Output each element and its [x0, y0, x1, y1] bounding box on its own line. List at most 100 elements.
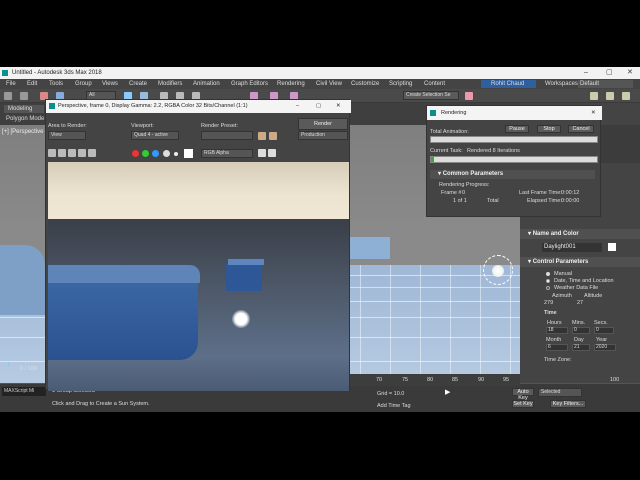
altitude-value: 27 — [577, 300, 584, 306]
maxscript-listener[interactable]: MAXScript Mi — [2, 387, 46, 396]
axis-tripod-icon: ⊥ — [6, 362, 12, 368]
display-toggle-icon[interactable] — [258, 149, 266, 157]
day-spinner[interactable]: 21 — [572, 344, 590, 351]
render-frame-icon[interactable] — [606, 92, 614, 100]
stop-button[interactable]: Stop — [537, 125, 561, 133]
viewport-label[interactable]: [+] [Perspective — [2, 129, 44, 135]
menu-group[interactable]: Group — [75, 79, 92, 89]
time-group-label: Time — [544, 310, 557, 316]
auto-key-button[interactable]: Auto Key — [512, 388, 534, 401]
mins-spinner[interactable]: 0 — [572, 327, 590, 334]
frame-number-value: 0 — [462, 190, 466, 196]
menu-bar: File Edit Tools Group Views Create Modif… — [0, 79, 640, 89]
timeline-tick-label: 80 — [427, 377, 434, 383]
menu-scripting[interactable]: Scripting — [389, 79, 412, 89]
redo-icon[interactable] — [20, 92, 28, 100]
tab-modeling[interactable]: Modeling — [4, 105, 44, 113]
render-setup-icon[interactable] — [590, 92, 598, 100]
secs-spinner[interactable]: 0 — [594, 327, 614, 334]
pause-button[interactable]: Pause — [505, 125, 529, 133]
menu-customize[interactable]: Customize — [351, 79, 379, 89]
undo-icon[interactable] — [4, 92, 12, 100]
print-icon[interactable] — [78, 149, 86, 157]
month-spinner[interactable]: 6 — [546, 344, 568, 351]
object-color-swatch[interactable] — [608, 243, 616, 251]
cancel-button[interactable]: Cancel — [568, 125, 594, 133]
manual-radio[interactable] — [546, 272, 550, 276]
viewport-cylinder — [0, 245, 45, 315]
render-button[interactable]: Render — [298, 118, 348, 130]
minimize-icon[interactable]: – — [296, 100, 299, 113]
year-spinner[interactable]: 2020 — [594, 344, 616, 351]
close-icon[interactable]: ✕ — [591, 106, 596, 120]
toggle-ui-icon[interactable] — [268, 149, 276, 157]
render-production-icon[interactable] — [622, 92, 630, 100]
frame-counter[interactable]: 0 / 100 — [20, 366, 37, 372]
rendering-window-title: Rendering ✕ — [427, 106, 602, 120]
red-channel-icon[interactable] — [132, 150, 139, 157]
rendering-title-text: Rendering — [441, 110, 467, 116]
menu-file[interactable]: File — [6, 79, 16, 89]
month-label: Month — [546, 337, 562, 343]
menu-content[interactable]: Content — [424, 79, 445, 89]
key-filters-button[interactable]: Key Filters... — [550, 400, 586, 408]
production-dropdown[interactable]: Production — [298, 131, 348, 140]
tab-polygon-modeling[interactable]: Polygon Mode — [4, 115, 46, 123]
maximize-icon[interactable]: ▢ — [606, 67, 613, 79]
user-account-button[interactable]: Rohit Chaud — [481, 80, 536, 88]
menu-views[interactable]: Views — [102, 79, 118, 89]
altitude-label: Altitude — [584, 293, 603, 299]
set-key-button[interactable]: Set Key — [512, 400, 534, 408]
green-channel-icon[interactable] — [142, 150, 149, 157]
menu-modifiers[interactable]: Modifiers — [158, 79, 182, 89]
minimize-icon[interactable]: – — [584, 67, 588, 79]
monochrome-icon[interactable] — [174, 152, 178, 156]
channel-display-dropdown[interactable]: RGB Alpha — [201, 149, 253, 158]
common-parameters-rollout[interactable]: ▾ Common Parameters — [430, 170, 595, 179]
key-selection-dropdown[interactable]: Selected — [538, 388, 582, 397]
maximize-icon[interactable]: ▢ — [316, 100, 321, 113]
alpha-channel-icon[interactable] — [163, 150, 170, 157]
clear-icon[interactable] — [88, 149, 96, 157]
blue-channel-icon[interactable] — [152, 150, 159, 157]
elapsed-time-value: 0:00:00 — [561, 198, 580, 204]
viewport-dropdown[interactable]: Quad 4 - active — [131, 131, 179, 140]
menu-civil-view[interactable]: Civil View — [316, 79, 342, 89]
date-time-location-radio[interactable] — [546, 279, 550, 283]
control-parameters-rollout[interactable]: ▾ Control Parameters — [520, 257, 640, 267]
clone-frame-icon[interactable] — [68, 149, 76, 157]
timeline-tick-label: 75 — [402, 377, 409, 383]
swatch-icon[interactable] — [184, 149, 193, 158]
menu-graph-editors[interactable]: Graph Editors — [231, 79, 268, 89]
save-image-icon[interactable] — [48, 149, 56, 157]
area-to-render-dropdown[interactable]: View — [48, 131, 86, 140]
workspaces-label: Workspaces: — [545, 81, 580, 87]
menu-animation[interactable]: Animation — [193, 79, 220, 89]
timeline[interactable]: 70 75 80 85 90 95 — [350, 374, 520, 386]
create-selection-set-dropdown[interactable]: Create Selection Se — [403, 91, 459, 100]
environment-icon[interactable] — [269, 132, 277, 140]
close-icon[interactable]: ✕ — [627, 67, 633, 79]
render-preset-label: Render Preset: — [201, 123, 238, 129]
copy-image-icon[interactable] — [58, 149, 66, 157]
play-icon[interactable]: ▶ — [445, 388, 450, 396]
menu-create[interactable]: Create — [129, 79, 147, 89]
hours-spinner[interactable]: 18 — [546, 327, 568, 334]
menu-rendering[interactable]: Rendering — [277, 79, 305, 89]
menu-tools[interactable]: Tools — [49, 79, 63, 89]
material-editor-icon[interactable] — [465, 92, 473, 100]
object-name-field[interactable]: Daylight001 — [542, 243, 602, 252]
name-color-rollout[interactable]: ▾ Name and Color — [520, 229, 640, 239]
daylight-icon[interactable] — [492, 265, 504, 277]
hours-label: Hours — [547, 320, 562, 326]
render-preset-dropdown[interactable] — [201, 131, 253, 140]
rendered-box — [226, 263, 262, 291]
workspace-dropdown[interactable]: Default — [578, 80, 633, 88]
timeline-tick-label: 85 — [452, 377, 459, 383]
menu-edit[interactable]: Edit — [27, 79, 37, 89]
add-time-tag[interactable]: Add Time Tag — [377, 403, 411, 409]
weather-file-radio[interactable] — [546, 286, 550, 290]
close-icon[interactable]: ✕ — [336, 100, 341, 113]
render-setup-icon[interactable] — [258, 132, 266, 140]
sun-reflection — [232, 310, 250, 328]
